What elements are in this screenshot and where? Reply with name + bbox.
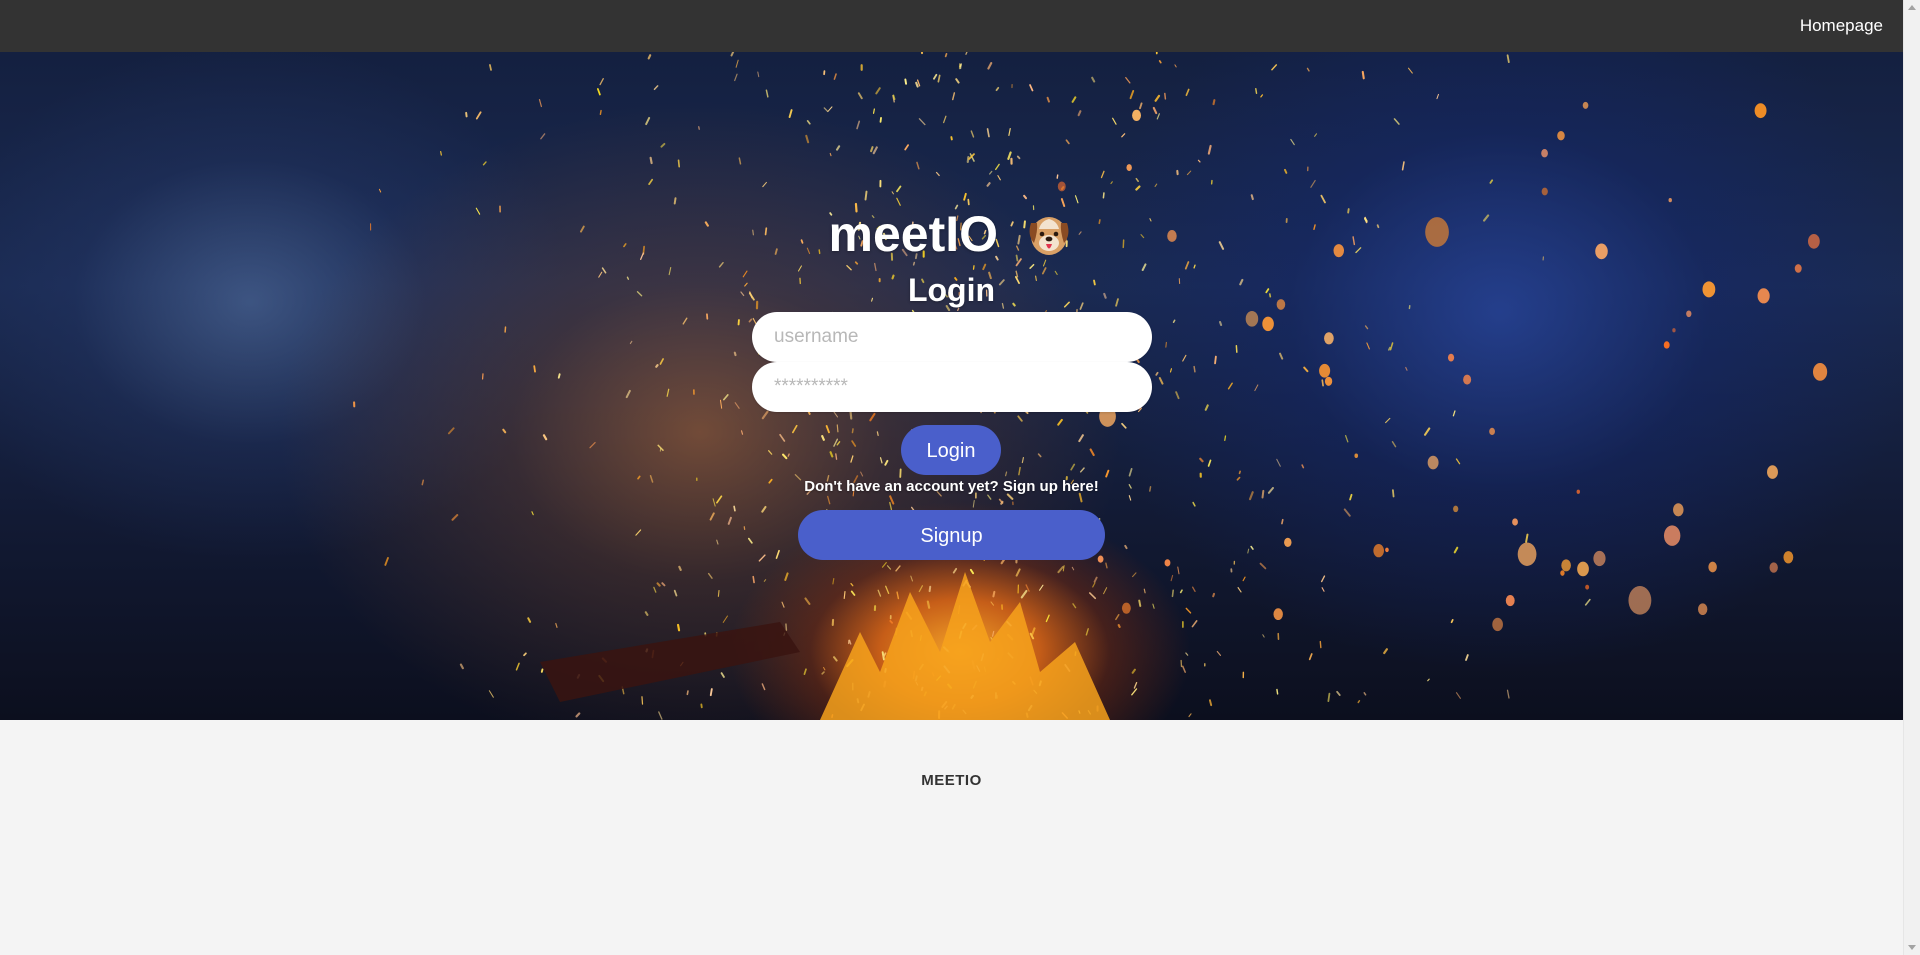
footer-brand: MEETIO <box>921 772 982 789</box>
brand-title: meetIO <box>828 206 999 262</box>
signup-button[interactable]: Signup <box>798 510 1105 560</box>
brand-row: meetIO <box>0 204 1903 264</box>
username-input[interactable] <box>752 312 1152 362</box>
dog-face-icon <box>1030 217 1069 255</box>
password-input[interactable] <box>752 362 1152 412</box>
scroll-down-arrow-icon[interactable] <box>1908 945 1916 950</box>
top-navbar: Homepage <box>0 0 1903 52</box>
login-panel: meetIO Login Login Don't have an account… <box>0 52 1903 720</box>
footer: MEETIO <box>0 720 1903 955</box>
signup-prompt-text: Don't have an account yet? Sign up here! <box>804 478 1099 495</box>
vertical-scrollbar[interactable] <box>1903 0 1920 955</box>
login-button[interactable]: Login <box>901 425 1001 475</box>
login-heading: Login <box>907 272 996 308</box>
homepage-link[interactable]: Homepage <box>1800 16 1883 36</box>
scroll-up-arrow-icon[interactable] <box>1908 5 1916 10</box>
